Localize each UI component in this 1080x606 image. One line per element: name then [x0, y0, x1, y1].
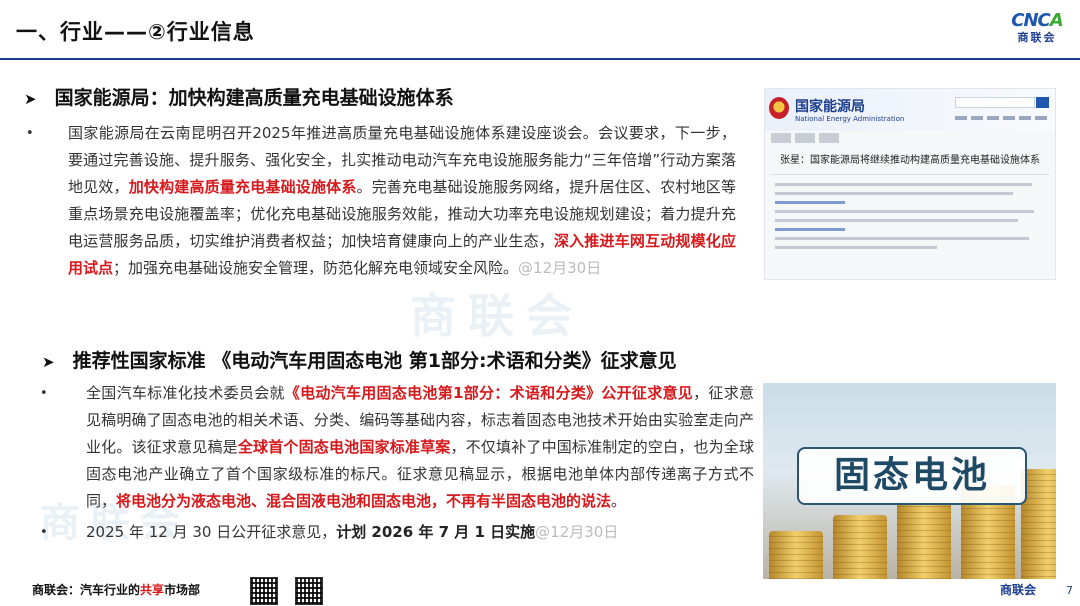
- page-title: 一、行业——②行业信息: [16, 20, 255, 44]
- nea-website-screenshot: 国家能源局 National Energy Administration 张星：…: [764, 88, 1056, 280]
- section-heading-standard: ➤ 推荐性国家标准 《电动汽车用固态电池 第1部分:术语和分类》征求意见: [42, 350, 677, 372]
- implementation-date: 计划 2026 年 7 月 1 日实施: [336, 523, 536, 541]
- date-stamp: @12月30日: [518, 259, 602, 277]
- triangle-right-icon: ➤: [42, 353, 55, 371]
- highlight-text: 加快构建高质量充电基础设施体系: [128, 178, 357, 196]
- highlight-text: 全球首个固态电池国家标准草案: [237, 438, 451, 456]
- national-emblem-icon: [769, 97, 789, 119]
- nea-bullet: • 国家能源局在云南昆明召开2025年推进高质量充电基础设施体系建设座谈会。会议…: [26, 120, 736, 282]
- nea-article-headline: 张星：国家能源局将继续推动构建高质量充电基础设施体系: [780, 155, 1040, 166]
- footer-brand: 商联会: [1000, 583, 1037, 597]
- logo-text: 商联会: [1017, 31, 1057, 44]
- bullet-dot-icon: •: [40, 525, 48, 540]
- nea-site-name: 国家能源局: [795, 99, 865, 115]
- header-divider: [0, 58, 1080, 60]
- nea-article-body: [775, 183, 1045, 249]
- coin-stack: [833, 515, 887, 579]
- qr-code-icon: [295, 577, 323, 605]
- highlight-text: 《电动汽车用固态电池第1部分：术语和分类》公开征求意见: [284, 384, 694, 402]
- highlight-text: 将电池分为液态电池、混合固液电池和固态电池，不再有半固态电池的说法: [116, 492, 612, 510]
- logo-mark: CNCA: [1011, 10, 1063, 31]
- watermark: 商联会: [410, 289, 584, 343]
- nea-site-name-en: National Energy Administration: [795, 115, 905, 123]
- triangle-right-icon: ➤: [24, 90, 37, 108]
- footer-department: 商联会：汽车行业的共享市场部: [32, 583, 201, 597]
- nea-search-box: [955, 97, 1035, 108]
- cnca-logo: CNCA 商联会: [1006, 10, 1068, 46]
- section-heading-nea: ➤ 国家能源局：加快构建高质量充电基础设施体系: [24, 87, 454, 109]
- battery-label: 固态电池: [797, 447, 1027, 505]
- qr-code-icon: [250, 577, 278, 605]
- date-stamp: @12月30日: [535, 523, 619, 541]
- solid-state-battery-image: 固态电池: [763, 383, 1056, 579]
- bullet-dot-icon: •: [40, 386, 48, 401]
- search-icon: [1036, 97, 1049, 108]
- nea-nav-bar: [955, 116, 1049, 120]
- nea-breadcrumb: [771, 133, 841, 143]
- bullet-dot-icon: •: [26, 126, 34, 141]
- nea-divider: [771, 174, 1049, 175]
- standard-bullet: • 全国汽车标准化技术委员会就《电动汽车用固态电池第1部分：术语和分类》公开征求…: [40, 380, 754, 515]
- implementation-bullet: • 2025 年 12 月 30 日公开征求意见，计划 2026 年 7 月 1…: [40, 519, 754, 546]
- coin-stack: [769, 531, 823, 579]
- nea-banner: 国家能源局 National Energy Administration: [765, 89, 1055, 131]
- coin-stack: [897, 501, 951, 579]
- page-number: 7: [1066, 584, 1073, 597]
